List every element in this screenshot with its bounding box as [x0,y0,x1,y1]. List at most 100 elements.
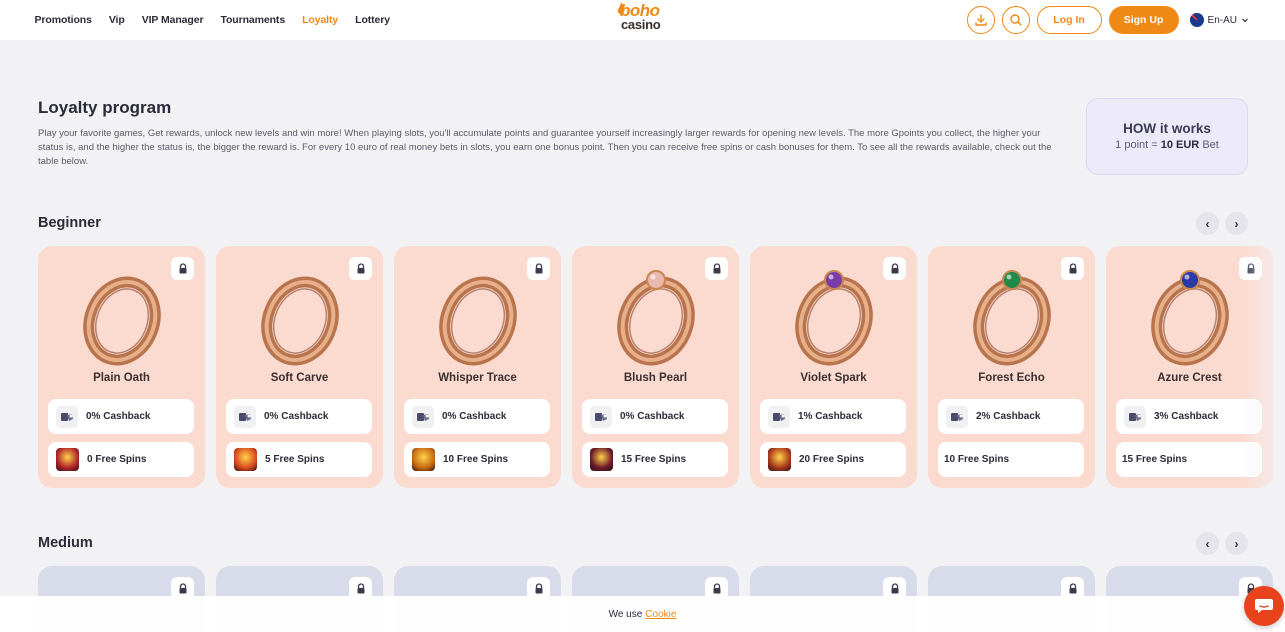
cashback-icon [946,405,968,428]
ring-icon [439,276,517,366]
nav-item-promotions[interactable]: Promotions [26,14,100,26]
chat-icon [1255,599,1273,613]
login-button[interactable]: Log In [1036,6,1102,34]
language-selector[interactable]: En-AU [1189,13,1249,27]
nav-item-loyalty[interactable]: Loyalty [294,14,347,26]
loyalty-level-card[interactable]: Blush Pearl 0% Cashback 15 Free Spins [572,246,739,488]
free-spins-label: 10 Free Spins [443,454,509,465]
game-thumbnail [590,448,613,471]
search-icon [1009,14,1022,26]
nav-item-lottery[interactable]: Lottery [347,14,399,26]
lock-icon [1069,263,1076,274]
free-spins-reward: 5 Free Spins [226,442,372,477]
cashback-reward: 0% Cashback [48,399,194,434]
lock-badge [705,257,728,280]
cookie-bar: We use Cookie [0,596,1285,632]
header-actions: Log In Sign Up En-AU [966,6,1249,34]
cashback-label: 2% Cashback [976,411,1041,422]
free-spins-label: 10 Free Spins [944,454,1010,465]
cashback-reward: 1% Cashback [760,399,906,434]
prev-arrow-button[interactable]: ‹ [1196,532,1219,555]
free-spins-reward: 15 Free Spins [582,442,728,477]
prev-arrow-button[interactable]: ‹ [1196,212,1219,235]
lock-icon [179,583,186,594]
signup-button[interactable]: Sign Up [1108,6,1179,34]
language-label: En-AU [1207,14,1237,26]
level-name: Violet Spark [800,372,867,384]
cashback-label: 0% Cashback [264,411,329,422]
beginner-cards: Plain Oath 0% Cashback 0 Free Spins Soft Ca… [38,246,1273,488]
how-it-works-rate: 1 point = 10 EUR Bet [1087,139,1247,151]
cookie-text: We use [608,608,643,620]
game-thumbnail [412,448,435,471]
nav-item-vip-manager[interactable]: VIP Manager [133,14,212,26]
logo-word-casino: casino [621,17,661,32]
free-spins-label: 5 Free Spins [265,454,325,465]
loyalty-level-card[interactable]: Whisper Trace 0% Cashback 10 Free Spins [394,246,561,488]
lock-icon [535,263,542,274]
next-arrow-button[interactable]: › [1225,212,1248,235]
cashback-reward: 0% Cashback [404,399,550,434]
lock-badge [349,257,372,280]
lock-icon [535,583,542,594]
ring-icon [973,270,1051,366]
lock-badge [171,257,194,280]
loyalty-level-card[interactable]: Soft Carve 0% Cashback 5 Free Spins [216,246,383,488]
section-title-beginner: Beginner [38,215,101,231]
cashback-label: 1% Cashback [798,411,863,422]
cashback-reward: 2% Cashback [938,399,1084,434]
cashback-icon [412,405,434,428]
free-spins-label: 0 Free Spins [87,454,147,465]
game-thumbnail [56,448,79,471]
cashback-reward: 0% Cashback [582,399,728,434]
game-thumbnail [768,448,791,471]
lock-icon [357,583,364,594]
ring-icon [1151,270,1229,366]
lock-icon [713,263,720,274]
game-thumbnail [234,448,257,471]
cookie-link[interactable]: Cookie [645,609,676,620]
free-spins-reward: 20 Free Spins [760,442,906,477]
level-name: Whisper Trace [438,372,517,384]
cashback-reward: 0% Cashback [226,399,372,434]
page-title: Loyalty program [38,98,172,117]
level-name: Forest Echo [978,372,1045,384]
loyalty-level-card[interactable]: Violet Spark 1% Cashback 20 Free Spins [750,246,917,488]
chevron-down-icon [1242,18,1248,23]
download-icon [974,14,987,26]
chat-button[interactable] [1244,586,1284,626]
australia-flag-icon [1189,13,1204,27]
next-arrow-button[interactable]: › [1225,532,1248,555]
how-it-works-box: HOW it works 1 point = 10 EUR Bet [1086,98,1248,175]
search-button[interactable] [1001,6,1030,34]
loyalty-level-card[interactable]: Forest Echo 2% Cashback 10 Free Spins [928,246,1095,488]
lock-badge [1239,257,1262,280]
free-spins-reward: 10 Free Spins [938,442,1084,477]
rate-prefix: 1 point = [1115,139,1161,151]
nav-item-vip[interactable]: Vip [100,14,133,26]
beginner-carousel-arrows: ‹ › [1196,212,1248,235]
nav-item-tournaments[interactable]: Tournaments [212,14,294,26]
lock-badge [527,257,550,280]
free-spins-reward: 10 Free Spins [404,442,550,477]
loyalty-level-card[interactable]: Plain Oath 0% Cashback 0 Free Spins [38,246,205,488]
free-spins-reward: 0 Free Spins [48,442,194,477]
free-spins-label: 15 Free Spins [621,454,687,465]
loyalty-level-card[interactable]: Azure Crest 3% Cashback 15 Free Spins [1106,246,1273,488]
level-name: Blush Pearl [623,372,688,384]
lock-icon [891,583,898,594]
lock-icon [1069,583,1076,594]
lock-icon [357,263,364,274]
cashback-label: 0% Cashback [442,411,507,422]
cashback-icon [56,405,78,428]
ring-icon [261,276,339,366]
level-name: Soft Carve [270,372,329,384]
download-button[interactable] [966,6,995,34]
level-name: Plain Oath [93,372,150,384]
site-logo[interactable]: boho casino [616,1,670,35]
cashback-icon [234,405,256,428]
cashback-label: 0% Cashback [86,411,151,422]
free-spins-label: 20 Free Spins [799,454,865,465]
ring-icon [617,270,695,366]
cashback-icon [768,405,790,428]
